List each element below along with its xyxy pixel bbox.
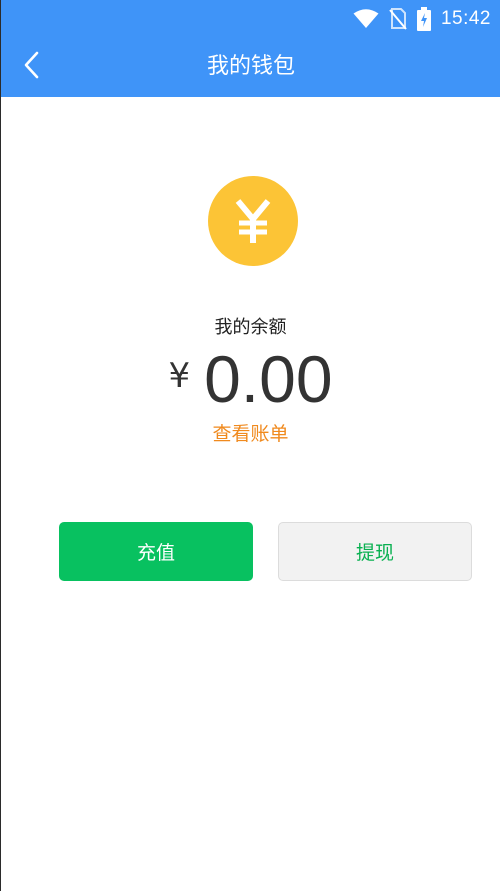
page-title: 我的钱包: [206, 54, 295, 79]
view-bill-link[interactable]: 查看账单: [1, 419, 500, 446]
balance-amount: 0.00: [204, 342, 333, 416]
balance-label: 我的余额: [214, 317, 287, 338]
status-bar: 15:42: [1, 0, 500, 38]
yuan-coin-icon: [208, 176, 298, 266]
wifi-icon: [353, 9, 379, 29]
withdraw-button[interactable]: 提现: [278, 522, 472, 581]
no-sim-icon: [389, 8, 407, 30]
wallet-screen: 15:42 我的钱包 我的余额 ¥ 0.00 查看账单 充值 提现: [0, 0, 500, 891]
balance-display: ¥ 0.00: [1, 340, 500, 414]
currency-symbol: ¥: [168, 356, 191, 396]
status-icons: 15:42: [353, 6, 491, 32]
title-bar: 我的钱包: [1, 38, 500, 97]
battery-charging-icon: [416, 7, 431, 31]
header: 15:42 我的钱包: [1, 0, 500, 97]
status-time: 15:42: [440, 8, 491, 29]
recharge-button[interactable]: 充值: [59, 522, 253, 581]
